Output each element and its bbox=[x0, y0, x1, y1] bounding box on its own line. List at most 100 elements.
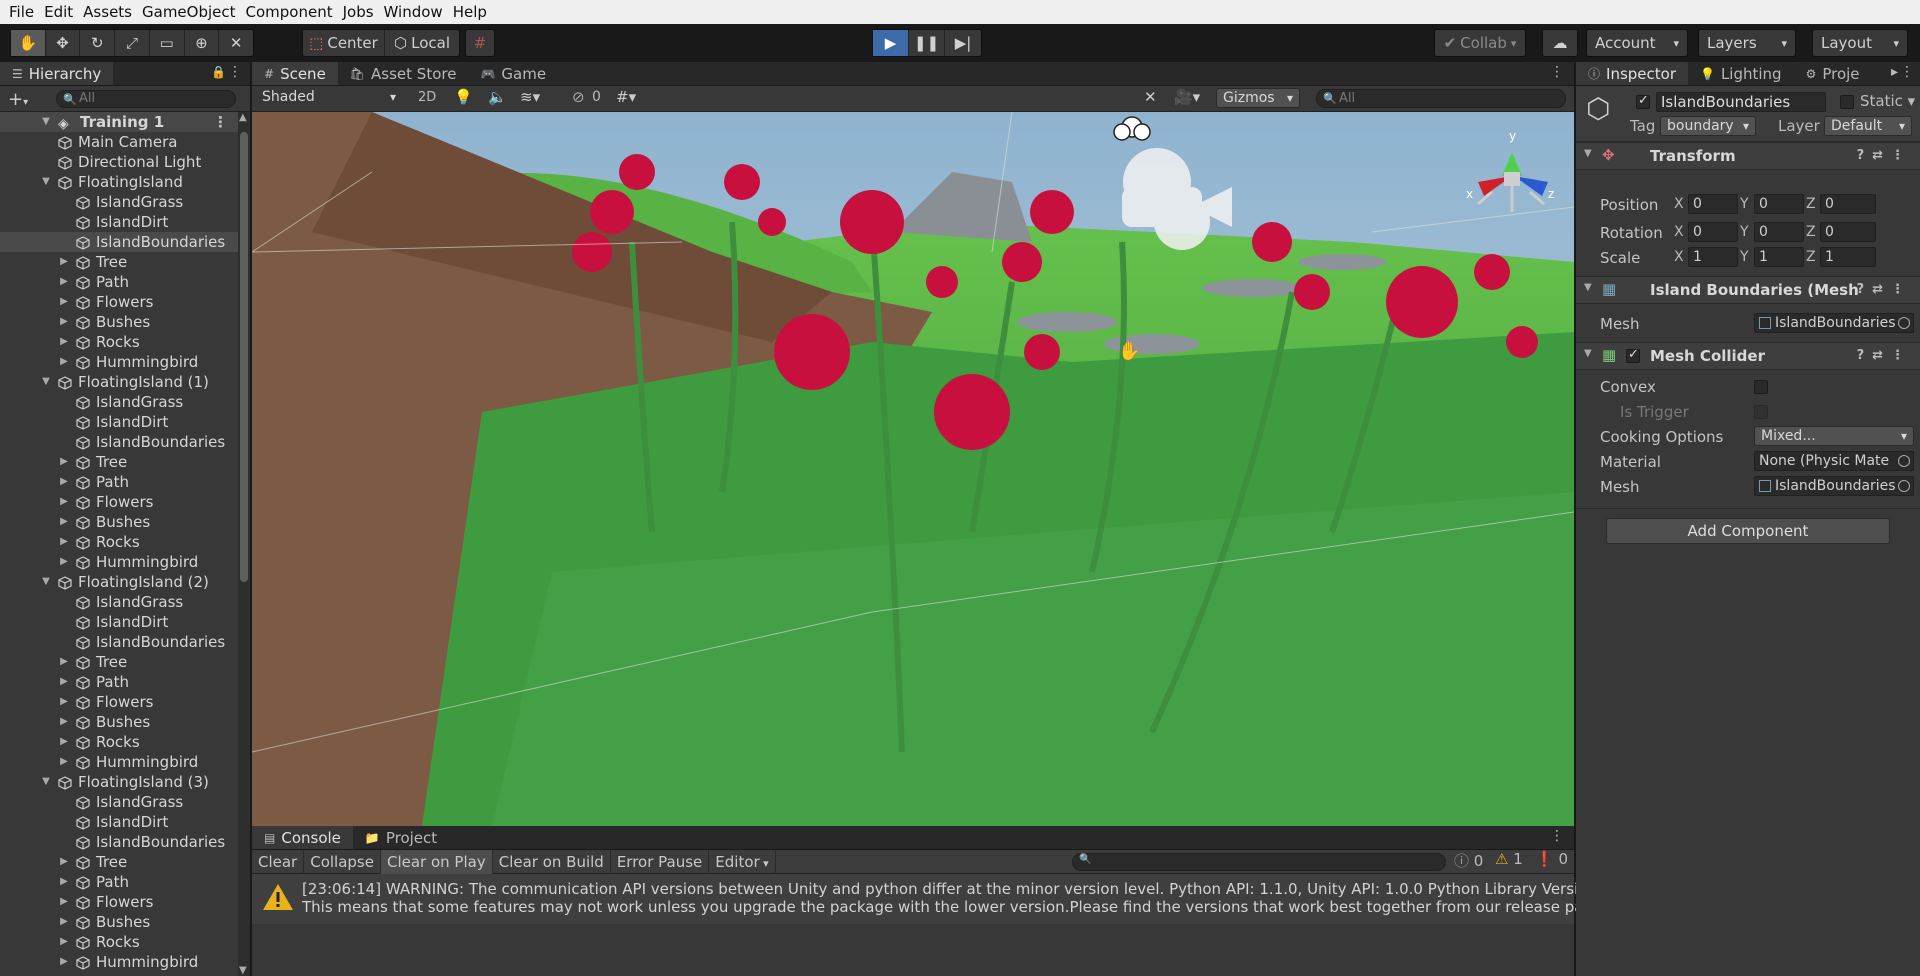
rect-tool-button[interactable]: ▭ bbox=[150, 30, 185, 56]
clear-on-build-toggle[interactable]: Clear on Build bbox=[493, 849, 611, 874]
expand-arrow-icon[interactable]: ▶ bbox=[58, 872, 70, 892]
expand-arrow-icon[interactable]: ▼ bbox=[40, 372, 52, 392]
expand-arrow-icon[interactable]: ▶ bbox=[58, 452, 70, 472]
clear-button[interactable]: Clear bbox=[252, 849, 305, 874]
layer-dropdown[interactable]: Default bbox=[1824, 116, 1912, 136]
hierarchy-row[interactable]: ▶ Flowers bbox=[0, 692, 238, 712]
custom-tool-button[interactable]: ✕ bbox=[219, 30, 253, 56]
scene-menu-icon[interactable]: ⋮ bbox=[213, 112, 228, 132]
static-dropdown[interactable]: Static ▾ bbox=[1860, 92, 1915, 110]
mesh-collider-header[interactable]: ▼ ▦ Mesh Collider ?⇄⋮ bbox=[1576, 342, 1920, 370]
hierarchy-row[interactable]: IslandDirt bbox=[0, 212, 238, 232]
tools-icon[interactable]: ✕ bbox=[1144, 88, 1157, 106]
hierarchy-row[interactable]: IslandDirt bbox=[0, 812, 238, 832]
position-z-axis-label[interactable]: Z bbox=[1806, 196, 1816, 212]
hierarchy-row[interactable]: ▶ Rocks bbox=[0, 732, 238, 752]
hierarchy-row[interactable]: ▶ Path bbox=[0, 872, 238, 892]
menu-window[interactable]: Window bbox=[379, 0, 448, 24]
scale-y-axis-label[interactable]: Y bbox=[1740, 249, 1749, 265]
hierarchy-row[interactable]: ▼ FloatingIsland (1) bbox=[0, 372, 238, 392]
log-count-toggle[interactable]: ⓘ 0 bbox=[1454, 850, 1483, 871]
pause-button[interactable]: ❚❚ bbox=[909, 30, 945, 56]
component-header-icons[interactable]: ?⇄⋮ bbox=[1857, 348, 1912, 363]
transform-tool-button[interactable]: ⊕ bbox=[185, 30, 220, 56]
hierarchy-row[interactable]: ▼ FloatingIsland (2) bbox=[0, 572, 238, 592]
hierarchy-row[interactable]: ▶ Bushes bbox=[0, 712, 238, 732]
scene-row[interactable]: ▼ ◈ Training 1 ⋮ bbox=[0, 112, 238, 132]
expand-arrow-icon[interactable]: ▼ bbox=[40, 172, 52, 192]
lighting-toggle-icon[interactable]: 💡 bbox=[454, 88, 473, 106]
panel-menu-icon[interactable]: ⋮ bbox=[1550, 828, 1564, 844]
hierarchy-row[interactable]: ▶ Hummingbird bbox=[0, 952, 238, 972]
hierarchy-row[interactable]: ▶ Bushes bbox=[0, 512, 238, 532]
rotation-y-field[interactable]: 0 bbox=[1754, 222, 1804, 242]
hierarchy-row[interactable]: ▶ Flowers bbox=[0, 892, 238, 912]
rotate-tool-button[interactable]: ↻ bbox=[80, 30, 116, 56]
scroll-up-icon[interactable]: ▲ bbox=[239, 112, 247, 123]
panel-menu-icon[interactable]: ⋮ bbox=[228, 64, 242, 80]
tab-console[interactable]: ▤ Console bbox=[252, 826, 353, 849]
hierarchy-row[interactable]: IslandGrass bbox=[0, 392, 238, 412]
expand-arrow-icon[interactable]: ▼ bbox=[40, 572, 52, 592]
hidden-objects-icon[interactable]: ⊘ bbox=[572, 88, 585, 106]
hierarchy-row[interactable]: ▶ Flowers bbox=[0, 292, 238, 312]
mesh-filter-header[interactable]: ▼ ▦ Island Boundaries (Mesh ?⇄⋮ bbox=[1576, 276, 1920, 304]
expand-arrow-icon[interactable]: ▶ bbox=[58, 652, 70, 672]
tab-hierarchy[interactable]: ☰ Hierarchy bbox=[0, 62, 114, 85]
expand-arrow-icon[interactable]: ▶ bbox=[58, 692, 70, 712]
scene-search-input[interactable]: 🔍 All bbox=[1316, 89, 1566, 108]
expand-arrow-icon[interactable]: ▶ bbox=[58, 912, 70, 932]
expand-arrow-icon[interactable]: ▶ bbox=[58, 552, 70, 572]
hierarchy-row[interactable]: ▶ Tree bbox=[0, 452, 238, 472]
hierarchy-row[interactable]: ▶ Rocks bbox=[0, 332, 238, 352]
shading-mode-dropdown[interactable]: Shaded bbox=[256, 88, 402, 108]
expand-arrow-icon[interactable]: ▶ bbox=[58, 292, 70, 312]
mesh-filter-mesh-field[interactable]: IslandBoundaries bbox=[1754, 313, 1914, 333]
transform-header[interactable]: ▼ ✥ Transform ?⇄⋮ bbox=[1576, 142, 1920, 170]
expand-arrow-icon[interactable]: ▶ bbox=[58, 932, 70, 952]
object-name-field[interactable]: IslandBoundaries bbox=[1656, 92, 1826, 112]
hierarchy-row[interactable]: ▶ Path bbox=[0, 272, 238, 292]
cloud-button[interactable]: ☁ bbox=[1542, 29, 1578, 57]
tab-lighting[interactable]: 💡 Lighting bbox=[1688, 62, 1794, 85]
hierarchy-row[interactable]: ▶ Bushes bbox=[0, 312, 238, 332]
hierarchy-row[interactable]: IslandBoundaries bbox=[0, 232, 238, 252]
expand-arrow-icon[interactable]: ▶ bbox=[58, 952, 70, 972]
pivot-center-button[interactable]: ⬚ Center bbox=[303, 30, 385, 56]
rotation-y-axis-label[interactable]: Y bbox=[1740, 224, 1749, 240]
menu-help[interactable]: Help bbox=[448, 0, 492, 24]
hierarchy-row[interactable]: ▶ Bushes bbox=[0, 912, 238, 932]
position-y-field[interactable]: 0 bbox=[1754, 194, 1804, 214]
expand-arrow-icon[interactable]: ▶ bbox=[58, 852, 70, 872]
pivot-local-button[interactable]: ⬡ Local bbox=[385, 30, 459, 56]
menu-component[interactable]: Component bbox=[241, 0, 338, 24]
hierarchy-row[interactable]: IslandBoundaries bbox=[0, 432, 238, 452]
menu-file[interactable]: File bbox=[4, 0, 39, 24]
is-trigger-checkbox[interactable] bbox=[1754, 405, 1768, 419]
tab-asset-store[interactable]: 🛍 Asset Store bbox=[338, 62, 469, 85]
more-tabs-icon[interactable]: ▸ bbox=[1891, 64, 1898, 80]
expand-arrow-icon[interactable]: ▶ bbox=[58, 752, 70, 772]
mesh-collider-mesh-field[interactable]: IslandBoundaries bbox=[1754, 476, 1914, 496]
layout-dropdown[interactable]: Layout ▾ bbox=[1812, 29, 1908, 57]
expand-arrow-icon[interactable]: ▶ bbox=[58, 332, 70, 352]
expand-arrow-icon[interactable]: ▼ bbox=[40, 772, 52, 792]
hierarchy-row[interactable]: IslandBoundaries bbox=[0, 632, 238, 652]
tab-project[interactable]: 📁 Project bbox=[353, 826, 449, 849]
hierarchy-row[interactable]: ▶ Tree bbox=[0, 252, 238, 272]
error-count-toggle[interactable]: ❗ 0 bbox=[1535, 850, 1568, 868]
component-header-icons[interactable]: ?⇄⋮ bbox=[1857, 148, 1912, 163]
scale-x-field[interactable]: 1 bbox=[1688, 247, 1738, 267]
expand-arrow-icon[interactable]: ▶ bbox=[58, 512, 70, 532]
scale-z-field[interactable]: 1 bbox=[1820, 247, 1876, 267]
expand-arrow-icon[interactable]: ▶ bbox=[58, 312, 70, 332]
rotation-z-axis-label[interactable]: Z bbox=[1806, 224, 1816, 240]
audio-toggle-icon[interactable]: 🔈 bbox=[488, 88, 507, 106]
component-header-icons[interactable]: ?⇄⋮ bbox=[1857, 282, 1912, 297]
play-button[interactable]: ▶ bbox=[873, 30, 909, 56]
expand-arrow-icon[interactable]: ▶ bbox=[58, 352, 70, 372]
hierarchy-scrollbar[interactable]: ▲ ▼ bbox=[238, 112, 250, 976]
warn-count-toggle[interactable]: ⚠ 1 bbox=[1495, 850, 1523, 868]
tag-dropdown[interactable]: boundary bbox=[1660, 116, 1756, 136]
tab-game[interactable]: 🎮 Game bbox=[468, 62, 558, 85]
